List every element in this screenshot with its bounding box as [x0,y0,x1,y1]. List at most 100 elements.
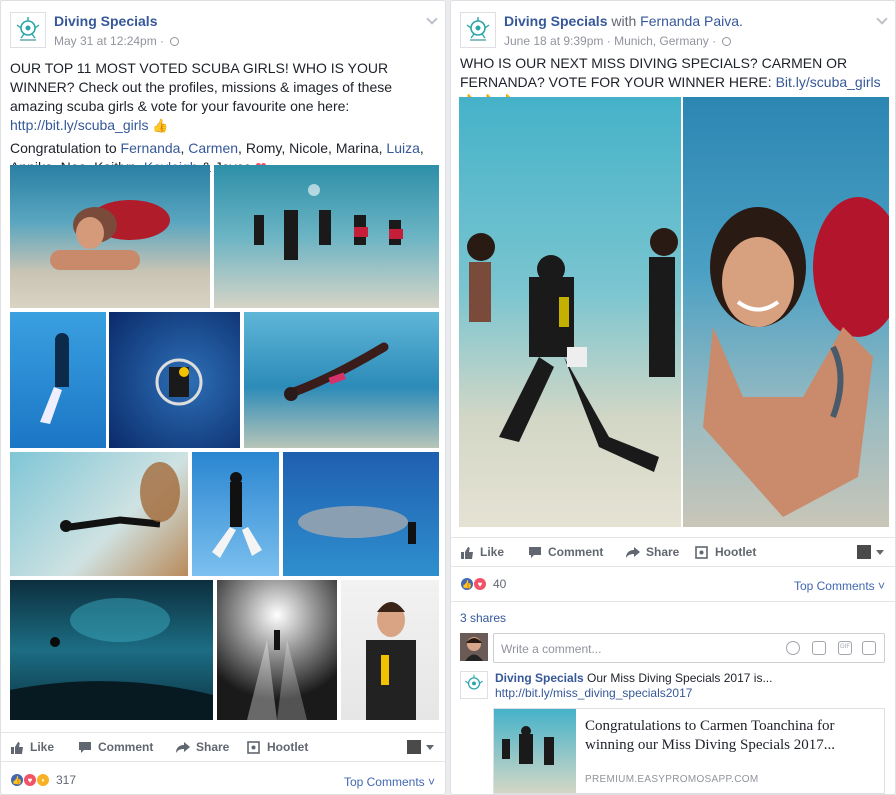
photo-fernanda-portrait[interactable] [683,97,889,527]
chevron-down-icon[interactable] [876,13,888,25]
post-as-selector[interactable] [857,545,885,559]
like-button[interactable]: Like [460,545,504,559]
avatar [857,545,871,559]
shares-count-link[interactable]: 3 shares [460,611,506,625]
photo-cave-bw[interactable] [217,580,337,720]
comment-icon [79,741,91,753]
love-reaction-icon: ♥ [23,773,37,787]
comment-button[interactable]: Comment [78,740,153,754]
photo-swimmer[interactable] [244,312,439,448]
reactions-summary[interactable]: 👍 ♥ • 317 [10,773,76,787]
thumbs-up-icon: 👍 [148,118,169,133]
thumbs-up-icon [461,546,473,559]
share-icon [626,546,640,558]
page-name-header: Diving Specials with Fernanda Paiva. [504,13,743,29]
post-header: Diving Specials May 31 at 12:24pm · [1,1,445,51]
share-label: Share [196,740,230,754]
tag-fernanda[interactable]: Fernanda [121,140,181,156]
comment-input[interactable]: Write a comment... GIF [493,633,885,663]
name-romy: Romy [245,140,282,156]
chevron-down-icon[interactable] [426,13,438,25]
photo-diver-fins[interactable] [192,452,279,576]
top-comments-label: Top Comments [793,579,875,593]
post-link[interactable]: Bit.ly/scuba_girls [776,74,881,90]
top-comments-dropdown[interactable]: Top Comments ˅ [794,579,885,593]
thumbs-up-icon [11,741,23,754]
post-text-body: OUR TOP 11 MOST VOTED SCUBA GIRLS! WHO I… [10,60,393,114]
emoji-icon[interactable] [786,641,800,655]
hootlet-label: Hootlet [267,740,309,754]
like-reaction-icon: 👍 [10,773,24,787]
photo-carmen-divers[interactable] [459,97,681,527]
link-preview-title[interactable]: Congratulations to Carmen Toanchina for … [585,717,876,755]
action-bar: Like Comment Share Hootlet [451,537,895,567]
diving-specials-logo[interactable] [460,671,488,699]
reactions-summary[interactable]: 👍 ♥ 40 [460,577,506,591]
comment-link[interactable]: http://bit.ly/miss_diving_specials2017 [495,686,692,700]
comment-body: Diving Specials Our Miss Diving Specials… [495,671,885,701]
link-preview-domain: PREMIUM.EASYPROMOSAPP.COM [585,774,759,785]
tag-carmen[interactable]: Carmen [188,140,238,156]
name-nicole: Nicole [289,140,329,156]
diving-specials-logo[interactable] [460,12,496,48]
comment-text: Our Miss Diving Specials 2017 is... [583,671,773,685]
divider [451,601,895,602]
comment-label: Comment [98,740,154,754]
hootlet-icon [247,740,260,754]
photo-diver-dark[interactable] [109,312,240,448]
share-label: Share [646,545,680,559]
comment-label: Comment [548,545,604,559]
photo-group-divers[interactable] [214,165,439,308]
comment-button[interactable]: Comment [528,545,603,559]
hootlet-icon [695,545,708,559]
photo-cave-blue[interactable] [10,580,213,720]
globe-icon [722,37,732,46]
hootlet-button[interactable]: Hootlet [695,545,756,559]
shared-link-preview[interactable]: Congratulations to Carmen Toanchina for … [493,708,885,794]
post-time-text[interactable]: June 18 at 9:39pm · Munich, Germany · [504,34,719,48]
page-name-link[interactable]: Diving Specials [54,13,157,29]
sticker-icon[interactable] [862,641,876,655]
gif-icon[interactable]: GIF [838,641,852,655]
post-as-selector[interactable] [407,740,435,754]
user-avatar [460,633,488,661]
comment-placeholder: Write a comment... [501,642,602,656]
caret-down-icon [426,745,434,750]
like-button[interactable]: Like [10,740,54,754]
like-label: Like [30,740,55,754]
post-timestamp[interactable]: May 31 at 12:24pm · [54,34,180,48]
page-name-link[interactable]: Diving Specials [504,13,607,29]
comment-author-link[interactable]: Diving Specials [495,671,584,685]
action-bar: Like Comment Share Hootlet [1,732,445,762]
share-button[interactable]: Share [626,545,679,559]
hootlet-button[interactable]: Hootlet [247,740,308,754]
photo-diver-blue[interactable] [10,312,106,448]
top-comments-label: Top Comments [343,775,425,789]
photo-diver-girl[interactable] [341,580,439,720]
photo-dolphin[interactable] [283,452,439,576]
link-preview-image [494,709,576,793]
post-timestamp[interactable]: June 18 at 9:39pm · Munich, Germany · [504,34,732,48]
avatar [407,740,421,754]
name-marina: Marina [335,140,379,156]
tag-luiza[interactable]: Luiza [386,140,419,156]
reactions-count: 40 [493,577,507,591]
share-icon [176,741,190,753]
post-header: Diving Specials with Fernanda Paiva. Jun… [451,1,895,51]
share-button[interactable]: Share [176,740,229,754]
post-link[interactable]: http://bit.ly/scuba_girls [10,117,149,133]
wow-reaction-icon: • [36,773,50,787]
hootlet-label: Hootlet [715,545,757,559]
like-label: Like [480,545,505,559]
camera-icon[interactable] [812,641,826,655]
globe-icon [170,37,180,46]
post-time-text[interactable]: May 31 at 12:24pm · [54,34,167,48]
tagged-person-link[interactable]: Fernanda Paiva. [640,13,743,29]
photo-fernanda[interactable] [10,165,210,308]
top-comments-dropdown[interactable]: Top Comments ˅ [344,775,435,789]
like-reaction-icon: 👍 [460,577,474,591]
post-card-1: Diving Specials May 31 at 12:24pm · OUR … [0,0,446,795]
comment-icon [529,546,541,558]
photo-cave-swim[interactable] [10,452,188,576]
diving-specials-logo[interactable] [10,12,46,48]
